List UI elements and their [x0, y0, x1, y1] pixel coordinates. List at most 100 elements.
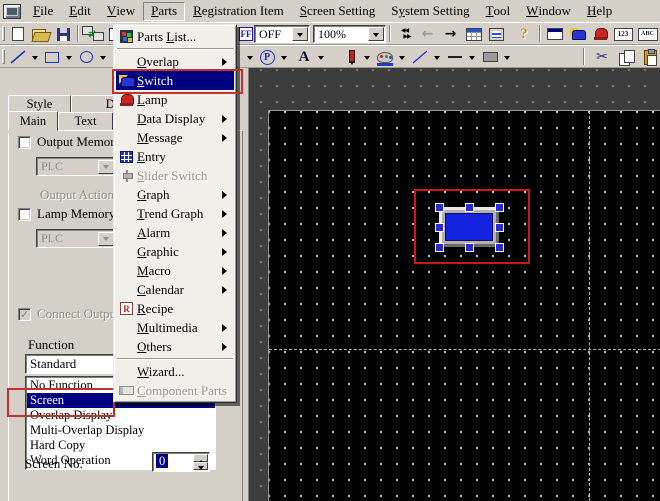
menu-item-parts-list[interactable]: Parts List...: [116, 27, 234, 46]
selection-handle-n[interactable]: [465, 203, 474, 212]
ellipse-tool-dropdown[interactable]: [97, 47, 108, 67]
menu-item-trend-graph[interactable]: Trend Graph: [116, 204, 234, 223]
back-button[interactable]: ←: [417, 24, 438, 44]
menu-registration-item[interactable]: Registration Item: [185, 2, 292, 21]
menu-item-switch[interactable]: Switch: [116, 71, 234, 90]
open-button[interactable]: [29, 24, 51, 44]
selection-handle-se[interactable]: [495, 243, 504, 252]
selection-handle-s[interactable]: [465, 243, 474, 252]
screen-no-spinner[interactable]: 0: [152, 452, 210, 472]
lamp-plc-combo[interactable]: PLC: [36, 229, 116, 248]
paint-tool-button[interactable]: P: [256, 47, 278, 67]
output-plc-combo[interactable]: PLC: [36, 157, 116, 176]
spin-down-icon[interactable]: [193, 462, 208, 470]
line-width-dropdown[interactable]: [466, 47, 477, 67]
lamp-tool-button[interactable]: [590, 24, 611, 44]
prev-next-screen-button[interactable]: ◀◀▶▶: [392, 24, 417, 44]
memory-list-button[interactable]: [486, 24, 506, 44]
save-button[interactable]: [53, 24, 73, 44]
selection-handle-ne[interactable]: [495, 203, 504, 212]
paint-tool-dropdown[interactable]: [278, 47, 289, 67]
hidden-tool-dropdown[interactable]: [244, 47, 255, 67]
lamp-state-combo[interactable]: OFF: [254, 25, 310, 43]
numeric-display-button[interactable]: 123: [612, 24, 634, 44]
selection-handle-e[interactable]: [495, 223, 504, 232]
text-tool-button[interactable]: A: [293, 47, 315, 67]
screen-edit-button[interactable]: [544, 24, 565, 44]
combo-arrow-icon[interactable]: [292, 27, 308, 41]
list-item[interactable]: Hard Copy: [27, 438, 215, 453]
menu-item-recipe[interactable]: R Recipe: [116, 299, 234, 318]
tab-main[interactable]: Main: [8, 111, 58, 131]
screen-area[interactable]: [268, 110, 660, 501]
list-icon: [489, 28, 504, 41]
switch-tool-button[interactable]: [567, 24, 588, 44]
ellipse-tool-button[interactable]: [75, 47, 97, 67]
menu-item-graph[interactable]: Graph: [116, 185, 234, 204]
menu-item-multimedia[interactable]: Multimedia: [116, 318, 234, 337]
item-list-button[interactable]: [463, 24, 484, 44]
off-state-button[interactable]: FF: [238, 24, 254, 44]
menu-item-macro[interactable]: Macro: [116, 261, 234, 280]
menu-file[interactable]: File: [25, 2, 61, 21]
text-display-button[interactable]: ABC: [636, 24, 659, 44]
menu-item-others[interactable]: Others: [116, 337, 234, 356]
forward-button[interactable]: →: [440, 24, 461, 44]
cut-button[interactable]: ✂: [591, 47, 613, 67]
submenu-arrow-icon: [222, 343, 231, 351]
menu-item-lamp[interactable]: Lamp: [116, 90, 234, 109]
list-item[interactable]: Overlap Display: [27, 408, 215, 423]
toolbar-grip[interactable]: [2, 49, 5, 64]
editor-canvas[interactable]: [248, 68, 660, 501]
line-style-button[interactable]: [409, 47, 431, 67]
spin-up-icon[interactable]: [193, 454, 208, 462]
paste-button[interactable]: [641, 47, 660, 67]
tab-text[interactable]: Text: [58, 112, 113, 130]
output-memory-checkbox[interactable]: [18, 136, 31, 149]
pen-color-button[interactable]: [339, 47, 361, 67]
new-button[interactable]: [8, 24, 28, 44]
transfer-button[interactable]: ⇄: [81, 24, 105, 44]
palette-dropdown[interactable]: [396, 47, 407, 67]
menu-parts[interactable]: Parts: [143, 2, 185, 21]
selection-handle-sw[interactable]: [435, 243, 444, 252]
rect-tool-dropdown[interactable]: [63, 47, 74, 67]
copy-button[interactable]: [616, 47, 638, 67]
fill-dropdown[interactable]: [501, 47, 512, 67]
menu-item-message[interactable]: Message: [116, 128, 234, 147]
line-width-button[interactable]: [444, 47, 466, 67]
rect-tool-button[interactable]: [41, 47, 63, 67]
menu-window[interactable]: Window: [518, 2, 579, 21]
selection-handle-nw[interactable]: [435, 203, 444, 212]
menu-item-overlap[interactable]: Overlap: [116, 52, 234, 71]
menu-tool[interactable]: Tool: [478, 2, 519, 21]
help-button[interactable]: ?: [514, 24, 534, 44]
menu-screen-setting[interactable]: Screen Setting: [292, 2, 383, 21]
connect-output-checkbox[interactable]: ✓: [18, 308, 31, 321]
menu-item-data-display[interactable]: Data Display: [116, 109, 234, 128]
menu-help[interactable]: Help: [579, 2, 620, 21]
menu-item-graphic[interactable]: Graphic: [116, 242, 234, 261]
toolbar-grip[interactable]: [2, 26, 5, 41]
selection-handle-w[interactable]: [435, 223, 444, 232]
fill-button[interactable]: [479, 47, 501, 67]
menu-item-calendar[interactable]: Calendar: [116, 280, 234, 299]
menu-item-wizard[interactable]: Wizard...: [116, 362, 234, 381]
menu-item-alarm[interactable]: Alarm: [116, 223, 234, 242]
palette-button[interactable]: [374, 47, 396, 67]
submenu-arrow-icon: [222, 134, 231, 142]
line-tool-dropdown[interactable]: [29, 47, 40, 67]
lamp-memory-checkbox[interactable]: [18, 208, 31, 221]
text-tool-dropdown[interactable]: [315, 47, 326, 67]
menu-item-entry[interactable]: Entry: [116, 147, 234, 166]
menu-edit[interactable]: Edit: [61, 2, 99, 21]
menu-view[interactable]: View: [99, 2, 143, 21]
pen-color-dropdown[interactable]: [361, 47, 372, 67]
menu-system-setting[interactable]: System Setting: [383, 2, 477, 21]
list-item[interactable]: Multi-Overlap Display: [27, 423, 215, 438]
line-style-dropdown[interactable]: [431, 47, 442, 67]
switch-part[interactable]: [439, 207, 499, 247]
zoom-combo[interactable]: 100%: [313, 25, 386, 43]
line-tool-button[interactable]: [7, 47, 29, 67]
combo-arrow-icon[interactable]: [368, 27, 384, 41]
